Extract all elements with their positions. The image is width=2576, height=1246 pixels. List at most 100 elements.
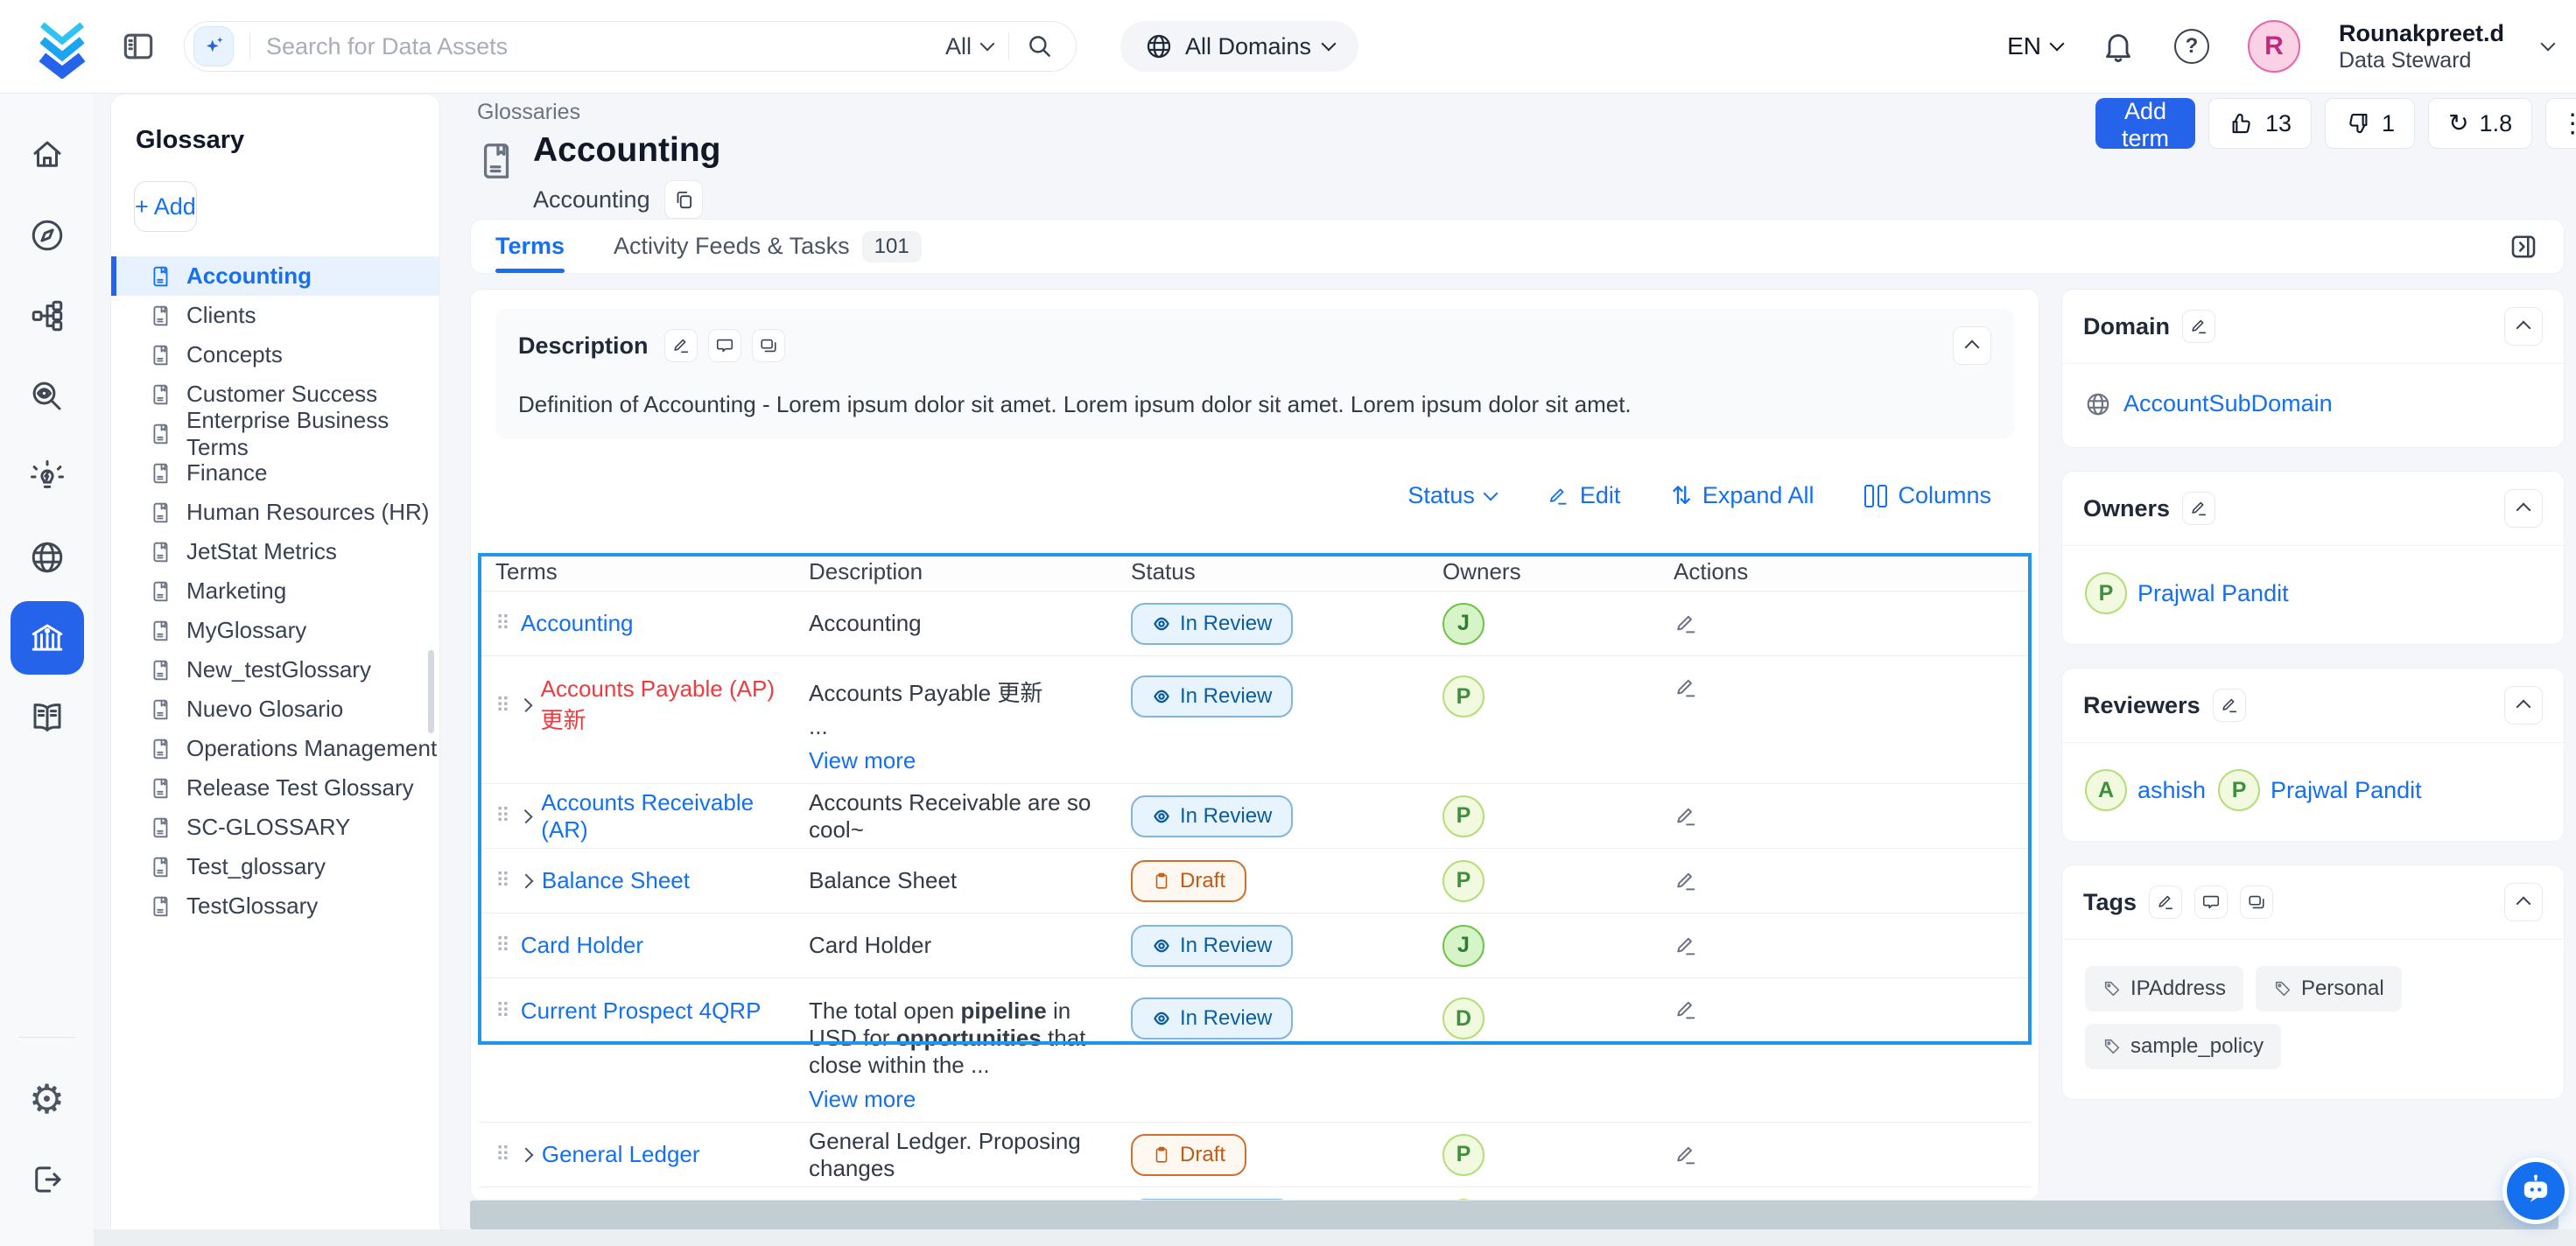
edit-tags-icon[interactable]	[2149, 886, 2182, 919]
language-dropdown[interactable]: EN	[2007, 32, 2062, 60]
upvote-button[interactable]: 13	[2208, 98, 2312, 149]
columns-button[interactable]: Columns	[1864, 482, 1991, 509]
version-button[interactable]: ↻ 1.8	[2428, 98, 2532, 149]
person-avatar[interactable]: P	[2085, 572, 2127, 614]
search-scope-dropdown[interactable]: All	[945, 33, 993, 60]
glossary-item[interactable]: Operations Management	[111, 729, 439, 768]
drag-handle-icon[interactable]: ⠿	[495, 999, 510, 1023]
app-logo-icon[interactable]	[33, 14, 91, 79]
add-term-button[interactable]: Add term	[2095, 98, 2195, 149]
sidebar-item-observability[interactable]	[11, 360, 84, 433]
collapse-reviewers-icon[interactable]	[2504, 686, 2543, 724]
owner-avatar[interactable]: P	[1442, 795, 1485, 837]
glossary-item[interactable]: TestGlossary	[111, 886, 439, 926]
user-avatar[interactable]: R	[2248, 20, 2300, 73]
edit-reviewers-icon[interactable]	[2213, 689, 2246, 722]
expand-row-icon[interactable]	[518, 1147, 533, 1162]
suggest-icon[interactable]	[752, 329, 785, 362]
sidebar-item-settings[interactable]: ⚙	[11, 1062, 84, 1136]
owner-avatar[interactable]: P	[1442, 676, 1485, 718]
owner-avatar[interactable]: P	[1442, 1134, 1485, 1176]
person-avatar[interactable]: P	[2218, 769, 2260, 811]
sidebar-item-glossary[interactable]	[11, 682, 84, 755]
term-link[interactable]: Current Prospect 4QRP	[521, 998, 762, 1025]
collapse-description-icon[interactable]	[1953, 326, 1991, 365]
collapse-owners-icon[interactable]	[2504, 489, 2543, 528]
edit-term-icon[interactable]	[1674, 804, 1698, 829]
edit-owners-icon[interactable]	[2182, 492, 2215, 525]
glossary-item[interactable]: Nuevo Glosario	[111, 690, 439, 729]
sidebar-item-home[interactable]	[11, 118, 84, 192]
glossary-list-scrollbar[interactable]	[428, 650, 434, 733]
owner-avatar[interactable]: D	[1442, 998, 1485, 1040]
sidebar-item-domains[interactable]	[11, 521, 84, 594]
collapse-domain-icon[interactable]	[2504, 307, 2543, 346]
person-link[interactable]: Prajwal Pandit	[2271, 777, 2422, 804]
sidebar-item-explore[interactable]	[11, 199, 84, 272]
global-search[interactable]: Search for Data Assets All	[184, 21, 1077, 72]
view-more-link[interactable]: View more	[809, 1086, 1113, 1113]
sparkle-ai-icon[interactable]	[193, 26, 234, 66]
sidebar-item-govern[interactable]	[11, 601, 84, 675]
term-link[interactable]: Accounting	[521, 610, 634, 637]
glossary-item[interactable]: Clients	[111, 296, 439, 335]
chevron-down-icon[interactable]	[2541, 36, 2556, 51]
glossary-item[interactable]: Concepts	[111, 335, 439, 374]
term-link[interactable]: Accounts Receivable (AR)	[541, 789, 791, 844]
owner-avatar[interactable]: J	[1442, 925, 1485, 967]
term-link[interactable]: General Ledger	[542, 1141, 700, 1168]
edit-description-icon[interactable]	[664, 329, 698, 362]
glossary-item[interactable]: JetStat Metrics	[111, 532, 439, 571]
sidebar-item-logout[interactable]	[11, 1143, 84, 1216]
glossary-item[interactable]: Human Resources (HR)	[111, 493, 439, 532]
domain-link[interactable]: AccountSubDomain	[2123, 390, 2333, 417]
downvote-button[interactable]: 1	[2325, 98, 2415, 149]
add-glossary-button[interactable]: + Add	[134, 181, 197, 232]
edit-term-icon[interactable]	[1674, 1143, 1698, 1167]
glossary-item[interactable]: SC-GLOSSARY	[111, 808, 439, 847]
drag-handle-icon[interactable]: ⠿	[495, 869, 510, 892]
drag-handle-icon[interactable]: ⠿	[495, 934, 510, 957]
glossary-item[interactable]: Release Test Glossary	[111, 768, 439, 808]
tab-terms[interactable]: Terms	[495, 220, 565, 273]
horizontal-scrollbar[interactable]	[470, 1200, 2558, 1229]
suggest-tags-icon[interactable]	[2240, 886, 2273, 919]
collapse-side-panel-icon[interactable]	[2508, 231, 2539, 262]
all-domains-dropdown[interactable]: All Domains	[1120, 21, 1358, 72]
glossary-item[interactable]: MyGlossary	[111, 611, 439, 650]
tab-activity-feeds[interactable]: Activity Feeds & Tasks 101	[614, 220, 922, 273]
drag-handle-icon[interactable]: ⠿	[495, 694, 510, 718]
term-link[interactable]: Balance Sheet	[542, 867, 690, 894]
bell-icon[interactable]	[2101, 29, 2136, 64]
edit-term-icon[interactable]	[1674, 612, 1698, 636]
user-menu[interactable]: Rounakpreet.d Data Steward	[2339, 19, 2504, 74]
edit-term-icon[interactable]	[1674, 676, 1698, 700]
status-filter-dropdown[interactable]: Status	[1407, 482, 1496, 509]
search-input[interactable]: Search for Data Assets	[266, 33, 945, 60]
collapse-tags-icon[interactable]	[2504, 883, 2543, 921]
glossary-item[interactable]: Test_glossary	[111, 847, 439, 886]
drag-handle-icon[interactable]: ⠿	[495, 1143, 510, 1166]
person-link[interactable]: ashish	[2137, 777, 2206, 804]
glossary-item[interactable]: Accounting	[111, 256, 439, 296]
drag-handle-icon[interactable]: ⠿	[495, 612, 510, 635]
glossary-item[interactable]: Marketing	[111, 571, 439, 611]
sidebar-item-insights[interactable]	[11, 440, 84, 514]
edit-table-button[interactable]: Edit	[1547, 482, 1621, 509]
person-link[interactable]: Prajwal Pandit	[2137, 580, 2289, 607]
view-more-link[interactable]: View more	[809, 747, 1113, 774]
copy-icon[interactable]	[664, 180, 703, 219]
owner-avatar[interactable]: P	[1442, 860, 1485, 902]
comment-icon[interactable]	[708, 329, 741, 362]
sidebar-toggle-icon[interactable]	[119, 27, 158, 66]
edit-term-icon[interactable]	[1674, 934, 1698, 958]
term-link[interactable]: Card Holder	[521, 932, 643, 959]
term-link[interactable]: Accounts Payable (AP) 更新	[541, 676, 791, 735]
glossary-item[interactable]: Enterprise Business Terms	[111, 414, 439, 453]
expand-all-button[interactable]: ⇅ Expand All	[1671, 482, 1814, 509]
expand-row-icon[interactable]	[518, 698, 532, 712]
edit-term-icon[interactable]	[1674, 869, 1698, 893]
comment-tags-icon[interactable]	[2194, 886, 2228, 919]
help-icon[interactable]: ?	[2174, 29, 2209, 64]
edit-term-icon[interactable]	[1674, 998, 1698, 1022]
